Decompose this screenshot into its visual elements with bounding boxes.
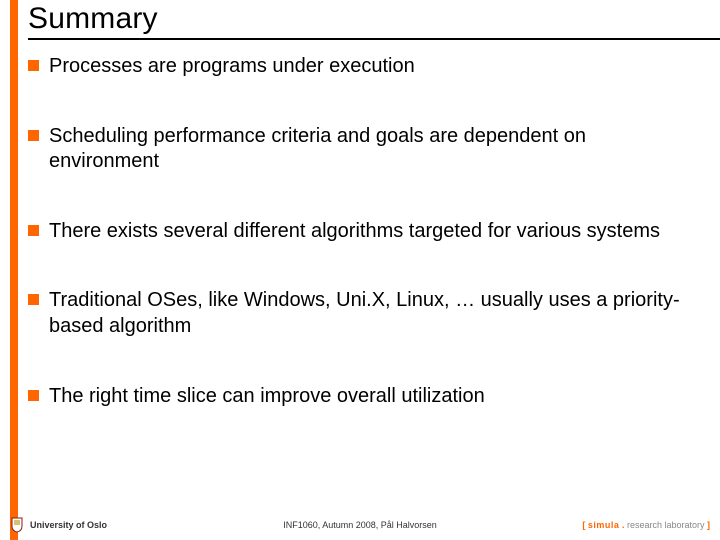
bullet-square-icon bbox=[28, 130, 39, 141]
bullet-item: The right time slice can improve overall… bbox=[28, 384, 692, 410]
bullet-text: Traditional OSes, like Windows, Uni.X, L… bbox=[49, 288, 692, 339]
bullet-square-icon bbox=[28, 60, 39, 71]
footer-right: [ simula . research laboratory ] bbox=[582, 520, 710, 530]
slide-body: Processes are programs under execution S… bbox=[0, 40, 720, 540]
footer: University of Oslo INF1060, Autumn 2008,… bbox=[0, 514, 720, 540]
dot-icon: . bbox=[619, 520, 627, 530]
bullet-item: Scheduling performance criteria and goal… bbox=[28, 124, 692, 175]
title-block: Summary bbox=[0, 0, 720, 40]
bullet-square-icon bbox=[28, 390, 39, 401]
bullet-text: Scheduling performance criteria and goal… bbox=[49, 124, 692, 175]
bullet-item: There exists several different algorithm… bbox=[28, 219, 692, 245]
bracket-close-icon: ] bbox=[705, 520, 711, 530]
bullet-text: Processes are programs under execution bbox=[49, 54, 415, 80]
bullet-text: The right time slice can improve overall… bbox=[49, 384, 485, 410]
slide: Summary Processes are programs under exe… bbox=[0, 0, 720, 540]
footer-right-suffix: research laboratory bbox=[627, 520, 705, 530]
bullet-square-icon bbox=[28, 225, 39, 236]
bullet-text: There exists several different algorithm… bbox=[49, 219, 660, 245]
bullet-item: Processes are programs under execution bbox=[28, 54, 692, 80]
bullet-square-icon bbox=[28, 294, 39, 305]
bullet-item: Traditional OSes, like Windows, Uni.X, L… bbox=[28, 288, 692, 339]
footer-brand: simula bbox=[588, 520, 620, 530]
accent-bar bbox=[10, 0, 18, 540]
slide-title: Summary bbox=[28, 2, 720, 36]
